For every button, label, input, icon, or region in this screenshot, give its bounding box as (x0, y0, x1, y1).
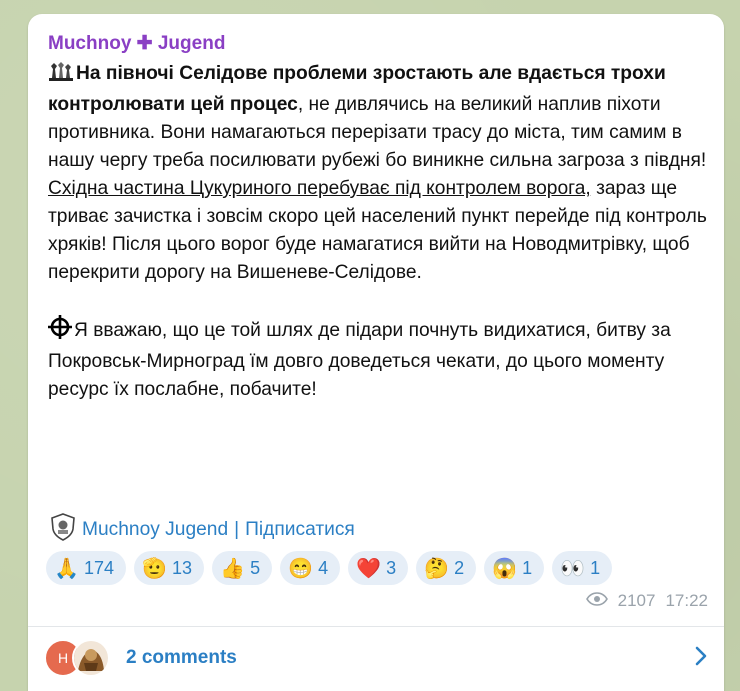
reaction-grin[interactable]: 😁 4 (280, 551, 341, 585)
reaction-count: 4 (318, 557, 329, 578)
avatar (72, 639, 110, 677)
post-text: На півночі Селідове проблеми зростають а… (48, 60, 708, 404)
post-author[interactable]: Muchnoy ✚ Jugend (48, 32, 225, 55)
chevron-right-icon (694, 645, 708, 672)
reaction-count: 1 (522, 557, 533, 578)
reaction-salute[interactable]: 🫡 13 (134, 551, 205, 585)
thumbs-up-icon: 👍 (220, 557, 245, 580)
signature-separator: | (234, 519, 240, 540)
subscribe-link[interactable]: Підписатися (245, 519, 355, 541)
reaction-count: 13 (172, 557, 193, 578)
pray-icon: 🙏 (54, 557, 79, 580)
crosshair-icon (48, 315, 72, 348)
channel-link[interactable]: Muchnoy Jugend (82, 519, 228, 541)
reaction-pray[interactable]: 🙏 174 (46, 551, 127, 585)
eyes-icon: 👀 (560, 557, 586, 580)
scream-icon: 😱 (492, 557, 518, 580)
reaction-thinking[interactable]: 🤔 2 (416, 551, 477, 585)
heart-icon: ❤️ (356, 557, 382, 580)
reaction-eyes[interactable]: 👀 1 (552, 551, 613, 585)
paragraph-2-text: Я вважаю, що це той шлях де підари почну… (48, 320, 671, 400)
reaction-heart[interactable]: ❤️ 3 (348, 551, 409, 585)
reactions-bar: 🙏 174 🫡 13 👍 5 😁 4 ❤️ 3 🤔 2 😱 1 👀 1 (46, 551, 613, 585)
paragraph-2: Я вважаю, що це той шлях де підари почну… (48, 315, 708, 404)
reaction-count: 1 (590, 557, 601, 578)
view-count: 2107 (617, 591, 656, 610)
reaction-count: 174 (84, 557, 115, 578)
reaction-scream[interactable]: 😱 1 (484, 551, 545, 585)
reaction-count: 2 (454, 557, 465, 578)
message-bubble: Muchnoy ✚ Jugend На півночі Селідове про… (28, 14, 724, 691)
message-time: 17:22 (665, 591, 708, 610)
eye-icon (585, 591, 608, 611)
paragraph-1: На півночі Селідове проблеми зростають а… (48, 60, 708, 287)
reaction-count: 5 (250, 557, 261, 578)
message-meta: 2107 17:22 (585, 591, 708, 611)
shield-logo-icon (50, 513, 76, 547)
comments-label: 2 comments (126, 647, 237, 668)
salute-icon: 🫡 (142, 557, 167, 580)
chess-pieces-icon (48, 60, 74, 91)
comments-button[interactable]: H 2 comments (44, 636, 708, 680)
divider (28, 626, 724, 627)
thinking-icon: 🤔 (424, 557, 450, 580)
reaction-thumbs-up[interactable]: 👍 5 (212, 551, 273, 585)
grin-icon: 😁 (288, 557, 313, 580)
channel-signature: Muchnoy Jugend | Підписатися (50, 513, 355, 547)
reaction-count: 3 (386, 557, 397, 578)
paragraph-1-underlined: Східна частина Цукуриного перебуває під … (48, 178, 591, 199)
